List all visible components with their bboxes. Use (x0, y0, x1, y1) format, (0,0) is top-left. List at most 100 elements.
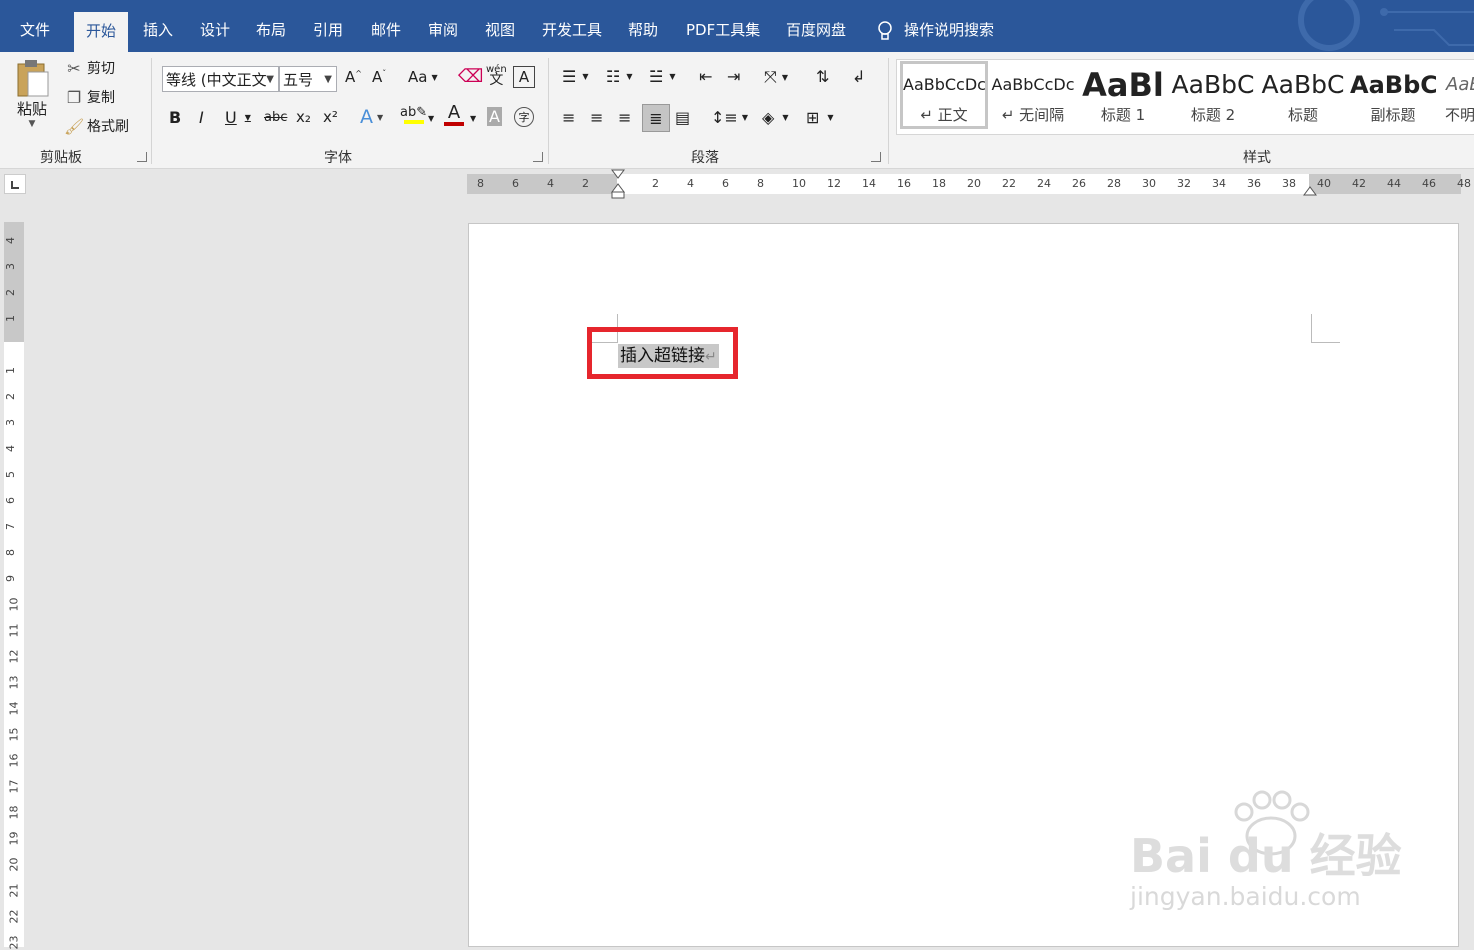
ruler-label: 22 (7, 909, 21, 924)
tab-layout[interactable]: 布局 (256, 0, 286, 52)
numbering-button[interactable]: ☷ ▼ (606, 67, 633, 86)
tab-home[interactable]: 开始 (74, 12, 129, 52)
shrink-font-button[interactable]: Aˇ (372, 68, 386, 86)
tab-help[interactable]: 帮助 (628, 0, 658, 52)
style-subtitle[interactable]: AaBbC 副标题 (1350, 64, 1436, 128)
increase-indent-button[interactable]: ⇥ (727, 67, 740, 86)
style-title[interactable]: AaBbC 标题 (1260, 64, 1346, 128)
style-normal[interactable]: AaBbCcDc ↵ 正文 (900, 61, 988, 129)
decrease-indent-button[interactable]: ⇤ (699, 67, 712, 86)
line-spacing-button[interactable]: ↕≡ ▼ (711, 108, 748, 127)
font-group-label: 字体 (324, 150, 352, 166)
clipboard-dialog-launcher[interactable] (137, 152, 147, 162)
tab-mailings[interactable]: 邮件 (371, 0, 401, 52)
shading-button[interactable]: ◈ ▼ (762, 108, 788, 127)
align-center-button[interactable]: ≡ (590, 108, 603, 127)
chevron-down-icon[interactable]: ▼ (428, 114, 434, 123)
lightbulb-icon (878, 20, 892, 40)
font-name-combo[interactable]: 等线 (中文正文 ▼ (162, 66, 279, 92)
ruler-label: 11 (7, 623, 21, 638)
style-subtle-emphasis[interactable]: AaBl 不明 (1440, 64, 1474, 128)
selected-text[interactable]: 插入超链接↵ (618, 344, 719, 368)
cut-button[interactable]: ✂ 剪切 (64, 58, 115, 78)
tab-baidu-netdisk[interactable]: 百度网盘 (786, 0, 846, 52)
style-preview: AaBl (1446, 74, 1474, 95)
copy-button[interactable]: ❐ 复制 (64, 87, 115, 107)
superscript-button[interactable]: x² (323, 108, 338, 126)
paste-button[interactable]: 粘贴 ▼ (14, 58, 50, 129)
tell-me-search[interactable]: 操作说明搜索 (876, 0, 994, 52)
tab-file[interactable]: 文件 (20, 0, 50, 52)
font-size-combo[interactable]: 五号 ▼ (279, 66, 337, 92)
ruler-label: 4 (4, 445, 17, 452)
distributed-button[interactable]: ▤ (675, 108, 690, 127)
chevron-down-icon: ▼ (741, 113, 748, 122)
change-case-button[interactable]: Aa ▼ (408, 68, 438, 86)
change-case-label: Aa (408, 68, 428, 86)
align-right-button[interactable]: ≡ (618, 108, 631, 127)
align-left-icon: ≡ (562, 108, 576, 127)
multilevel-list-button[interactable]: ☱ ▼ (649, 67, 676, 86)
paragraph-group-label: 段落 (691, 150, 719, 166)
clear-formatting-button[interactable]: ⌫ (458, 66, 483, 87)
style-no-spacing[interactable]: AaBbCcDc ↵ 无间隔 (990, 64, 1076, 128)
ruler-label: 44 (1387, 177, 1401, 190)
enclose-characters-button[interactable]: 字 (514, 107, 534, 127)
justify-button[interactable]: ≣ (642, 104, 670, 132)
bold-button[interactable]: B (169, 108, 181, 127)
character-shading-label: A (489, 107, 500, 126)
tab-review[interactable]: 审阅 (428, 0, 458, 52)
character-border-button[interactable]: A (513, 66, 535, 88)
document-text: 插入超链接 (620, 346, 705, 366)
tab-design[interactable]: 设计 (200, 0, 230, 52)
tab-references[interactable]: 引用 (313, 0, 343, 52)
tab-pdf-tools[interactable]: PDF工具集 (686, 0, 760, 52)
ruler-label: 8 (757, 177, 764, 190)
italic-button[interactable]: I (199, 108, 204, 127)
tab-view[interactable]: 视图 (485, 0, 515, 52)
strikethrough-button[interactable]: abc (264, 110, 287, 125)
ruler-label: 46 (1422, 177, 1436, 190)
character-shading-button[interactable]: A (487, 107, 502, 126)
format-painter-button[interactable]: 🖌 格式刷 (64, 116, 129, 136)
chinese-layout-button[interactable]: ⤧ ▼ (764, 67, 788, 87)
ruler-label: 10 (792, 177, 806, 190)
indent-marker[interactable] (611, 169, 625, 200)
tab-insert[interactable]: 插入 (143, 0, 173, 52)
highlighter-icon: ab✎ (400, 105, 428, 120)
right-indent-marker[interactable] (1303, 184, 1317, 196)
ruler-label: 6 (4, 497, 17, 504)
font-color-button[interactable]: A (444, 104, 464, 126)
ruler-label: 28 (1107, 177, 1121, 190)
chevron-down-icon: ▼ (266, 74, 274, 85)
superscript-label: x² (323, 108, 338, 126)
bullets-button[interactable]: ☰ ▼ (562, 67, 589, 86)
highlight-color-button[interactable]: ab✎ (400, 106, 427, 124)
grow-font-button[interactable]: A^ (345, 68, 362, 86)
style-heading-1[interactable]: AaBl 标题 1 (1080, 64, 1166, 128)
style-heading-2[interactable]: AaBbC 标题 2 (1170, 64, 1256, 128)
tab-developer[interactable]: 开发工具 (542, 0, 602, 52)
sort-button[interactable]: ⇅ (816, 67, 829, 86)
sort-icon: ⇅ (816, 67, 830, 86)
horizontal-ruler[interactable]: 8 6 4 2 2 4 6 8 10 12 14 16 18 20 22 24 26 28 30 32 34 36 38 40… (467, 169, 1471, 199)
style-preview: AaBbCcDc (991, 75, 1075, 94)
borders-button[interactable]: ⊞ ▼ (806, 108, 834, 127)
align-left-button[interactable]: ≡ (562, 108, 575, 127)
text-effects-button[interactable]: A ▼ (360, 106, 383, 128)
subscript-button[interactable]: x₂ (296, 108, 311, 126)
show-marks-button[interactable]: ↲ (852, 67, 865, 86)
underline-button[interactable]: U ▼ (225, 108, 251, 127)
chevron-down-icon[interactable]: ▼ (470, 114, 476, 123)
ruler-label: 9 (4, 575, 17, 582)
vertical-ruler[interactable]: 4 3 2 1 1 2 3 4 5 6 7 8 9 10 11 12 13 14 15 16 17 18 19 20 21 22 2… (4, 222, 24, 950)
phonetic-guide-button[interactable]: wén 文 (486, 64, 507, 87)
tab-stop-selector[interactable] (4, 174, 26, 194)
paragraph-dialog-launcher[interactable] (871, 152, 881, 162)
ribbon: 粘贴 ▼ ✂ 剪切 ❐ 复制 🖌 格式刷 剪贴板 等线 (中文正文 ▼ 五号 ▼… (0, 52, 1474, 169)
style-name: 副标题 (1370, 106, 1416, 124)
font-dialog-launcher[interactable] (533, 152, 543, 162)
distributed-icon: ▤ (675, 108, 691, 127)
ruler-label: 18 (7, 805, 21, 820)
italic-label: I (199, 108, 204, 127)
